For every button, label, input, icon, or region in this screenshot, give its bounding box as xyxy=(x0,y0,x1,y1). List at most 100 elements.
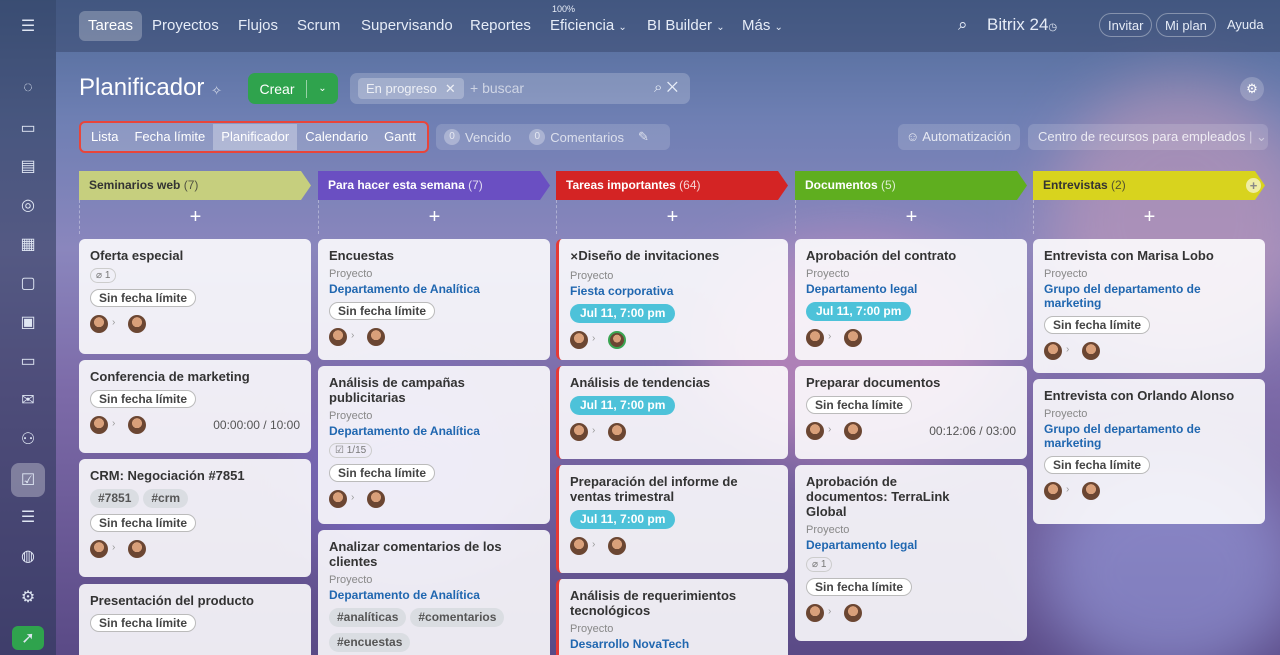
add-task-button[interactable]: + xyxy=(318,200,550,234)
nav-proyectos[interactable]: Proyectos xyxy=(143,11,228,41)
column-header[interactable]: Seminarios web (7) xyxy=(79,171,311,200)
search-filter[interactable]: En progreso ✕ + buscar ⌕ ✕ xyxy=(350,73,690,104)
tab-lista[interactable]: Lista xyxy=(83,124,126,150)
add-column-icon[interactable]: + xyxy=(1246,178,1261,193)
deadline-badge[interactable]: Jul 11, 7:00 pm xyxy=(570,304,676,323)
task-card[interactable]: Entrevista con Orlando Alonso Proyecto G… xyxy=(1033,379,1265,524)
add-task-button[interactable]: + xyxy=(1033,200,1265,234)
tab-planificador[interactable]: Planificador xyxy=(213,124,298,150)
search-clear-icon[interactable]: ⌕ ✕ xyxy=(654,79,678,96)
task-card[interactable]: Oferta especial ⌀ 1 Sin fecha límite › xyxy=(79,239,311,354)
nav-tareas[interactable]: Tareas xyxy=(79,11,143,41)
nav-reportes[interactable]: Reportes xyxy=(461,11,540,41)
task-card[interactable]: Análisis de requerimientos tecnológicos … xyxy=(556,579,788,655)
create-button[interactable]: Crear ⌄ xyxy=(248,73,338,104)
users-icon[interactable]: ⚇ xyxy=(16,427,40,451)
column-header[interactable]: Tareas importantes (64) xyxy=(556,171,788,200)
project-link[interactable]: Departamento legal xyxy=(806,282,1016,296)
robot-icon: ☺ xyxy=(906,129,920,144)
nav-supervisando[interactable]: Supervisando xyxy=(352,11,462,41)
feed-icon[interactable]: ◌ xyxy=(16,76,40,100)
funnel-icon[interactable]: ☰ xyxy=(16,505,40,529)
column-header[interactable]: Entrevistas (2) + xyxy=(1033,171,1265,200)
task-card[interactable]: ✕Diseño de invitaciones Proyecto Fiesta … xyxy=(556,239,788,360)
nav-eficiencia[interactable]: Eficiencia ⌄ xyxy=(541,11,636,41)
file-icon[interactable]: ▢ xyxy=(16,271,40,295)
project-link[interactable]: Departamento de Analítica xyxy=(329,588,539,602)
robot-icon[interactable]: ◍ xyxy=(16,544,40,568)
deadline-badge[interactable]: Sin fecha límite xyxy=(90,289,197,307)
deadline-badge[interactable]: Sin fecha límite xyxy=(329,464,436,482)
filter-chip[interactable]: En progreso ✕ xyxy=(358,78,464,99)
add-task-button[interactable]: + xyxy=(556,200,788,234)
deadline-badge[interactable]: Jul 11, 7:00 pm xyxy=(806,302,912,321)
menu-icon[interactable]: ☰ xyxy=(16,14,40,38)
left-sidebar: ☰ ◌ ▭ ▤ ◎ ▦ ▢ ▣ ▭ ✉ ⚇ ☑ ☰ ◍ ⚙ ➚ xyxy=(0,0,56,655)
project-link[interactable]: Fiesta corporativa xyxy=(570,284,777,298)
deadline-badge[interactable]: Sin fecha límite xyxy=(90,390,197,408)
attachment-counter: ⌀ 1 xyxy=(90,268,117,283)
read-all-icon: ✎ xyxy=(637,129,649,144)
settings-icon[interactable]: ⚙ xyxy=(16,585,40,609)
card-icon[interactable]: ▭ xyxy=(16,349,40,373)
calendar-icon[interactable]: ▦ xyxy=(16,232,40,256)
column-esta-semana: Para hacer esta semana (7) + Encuestas P… xyxy=(318,171,550,655)
project-link[interactable]: Grupo del departamento de marketing xyxy=(1044,422,1254,450)
project-link[interactable]: Departamento de Analítica xyxy=(329,282,539,296)
close-icon: ✕ xyxy=(444,81,456,96)
column-header[interactable]: Para hacer esta semana (7) xyxy=(318,171,550,200)
search-icon[interactable]: ⌕ xyxy=(950,13,976,37)
deadline-badge[interactable]: Sin fecha límite xyxy=(1044,316,1151,334)
task-card[interactable]: Preparar documentos Sin fecha límite › 00… xyxy=(795,366,1027,459)
nav-flujos[interactable]: Flujos xyxy=(229,11,287,41)
deadline-badge[interactable]: Sin fecha límite xyxy=(806,396,913,414)
task-card[interactable]: Presentación del producto Sin fecha lími… xyxy=(79,584,311,655)
task-card[interactable]: Conferencia de marketing Sin fecha límit… xyxy=(79,360,311,453)
mail-icon[interactable]: ✉ xyxy=(16,388,40,412)
project-link[interactable]: Departamento de Analítica xyxy=(329,424,539,438)
search-input[interactable]: + buscar xyxy=(470,80,524,96)
add-task-button[interactable]: + xyxy=(795,200,1027,234)
chat-icon[interactable]: ▭ xyxy=(16,116,40,140)
deadline-badge[interactable]: Jul 11, 7:00 pm xyxy=(570,396,676,415)
deadline-badge[interactable]: Sin fecha límite xyxy=(329,302,436,320)
tab-gantt[interactable]: Gantt xyxy=(376,124,424,150)
project-link[interactable]: Grupo del departamento de marketing xyxy=(1044,282,1254,310)
docs-icon[interactable]: ▤ xyxy=(16,154,40,178)
project-link[interactable]: Departamento legal xyxy=(806,538,1016,552)
deadline-badge[interactable]: Sin fecha límite xyxy=(806,578,913,596)
task-card[interactable]: Preparación del informe de ventas trimes… xyxy=(556,465,788,573)
deadline-badge[interactable]: Sin fecha límite xyxy=(1044,456,1151,474)
nav-bi-builder[interactable]: BI Builder ⌄ xyxy=(638,11,734,41)
comments-counter[interactable]: Comentarios xyxy=(550,130,624,145)
task-card[interactable]: CRM: Negociación #7851 #7851 #crm Sin fec… xyxy=(79,459,311,577)
task-card[interactable]: Análisis de campañas publicitarias Proye… xyxy=(318,366,550,524)
task-card[interactable]: Análisis de tendencias Jul 11, 7:00 pm › xyxy=(556,366,788,459)
tasks-icon[interactable]: ☑ xyxy=(11,463,45,497)
invite-button[interactable]: Invitar xyxy=(1099,13,1153,37)
task-card[interactable]: Aprobación del contrato Proyecto Departa… xyxy=(795,239,1027,360)
tab-calendario[interactable]: Calendario xyxy=(297,124,376,150)
resources-button[interactable]: Centro de recursos para empleados | ⌄ xyxy=(1028,124,1268,150)
add-task-button[interactable]: + xyxy=(79,200,311,234)
rocket-icon[interactable]: ➚ xyxy=(12,626,44,650)
project-link[interactable]: Desarrollo NovaTech xyxy=(570,637,777,651)
my-plan-button[interactable]: Mi plan xyxy=(1156,13,1216,37)
deadline-badge[interactable]: Sin fecha límite xyxy=(90,514,197,532)
nav-mas[interactable]: Más ⌄ xyxy=(733,11,792,41)
task-card[interactable]: Encuestas Proyecto Departamento de Analí… xyxy=(318,239,550,360)
board-icon[interactable]: ▣ xyxy=(16,310,40,334)
gear-icon[interactable]: ⚙ xyxy=(1240,77,1264,101)
help-link[interactable]: Ayuda xyxy=(1219,13,1272,37)
deadline-badge[interactable]: Jul 11, 7:00 pm xyxy=(570,510,676,529)
task-card[interactable]: Analizar comentarios de los clientes Pro… xyxy=(318,530,550,655)
automation-button[interactable]: ☺ Automatización xyxy=(898,124,1020,150)
task-card[interactable]: Entrevista con Marisa Lobo Proyecto Grup… xyxy=(1033,239,1265,373)
task-card[interactable]: Aprobación de documentos: TerraLink Glob… xyxy=(795,465,1027,641)
column-header[interactable]: Documentos (5) xyxy=(795,171,1027,200)
nav-scrum[interactable]: Scrum xyxy=(288,11,349,41)
sites-icon[interactable]: ◎ xyxy=(16,193,40,217)
deadline-badge[interactable]: Sin fecha límite xyxy=(90,614,197,632)
tab-fecha-limite[interactable]: Fecha límite xyxy=(126,124,213,150)
overdue-counter[interactable]: Vencido xyxy=(465,130,511,145)
